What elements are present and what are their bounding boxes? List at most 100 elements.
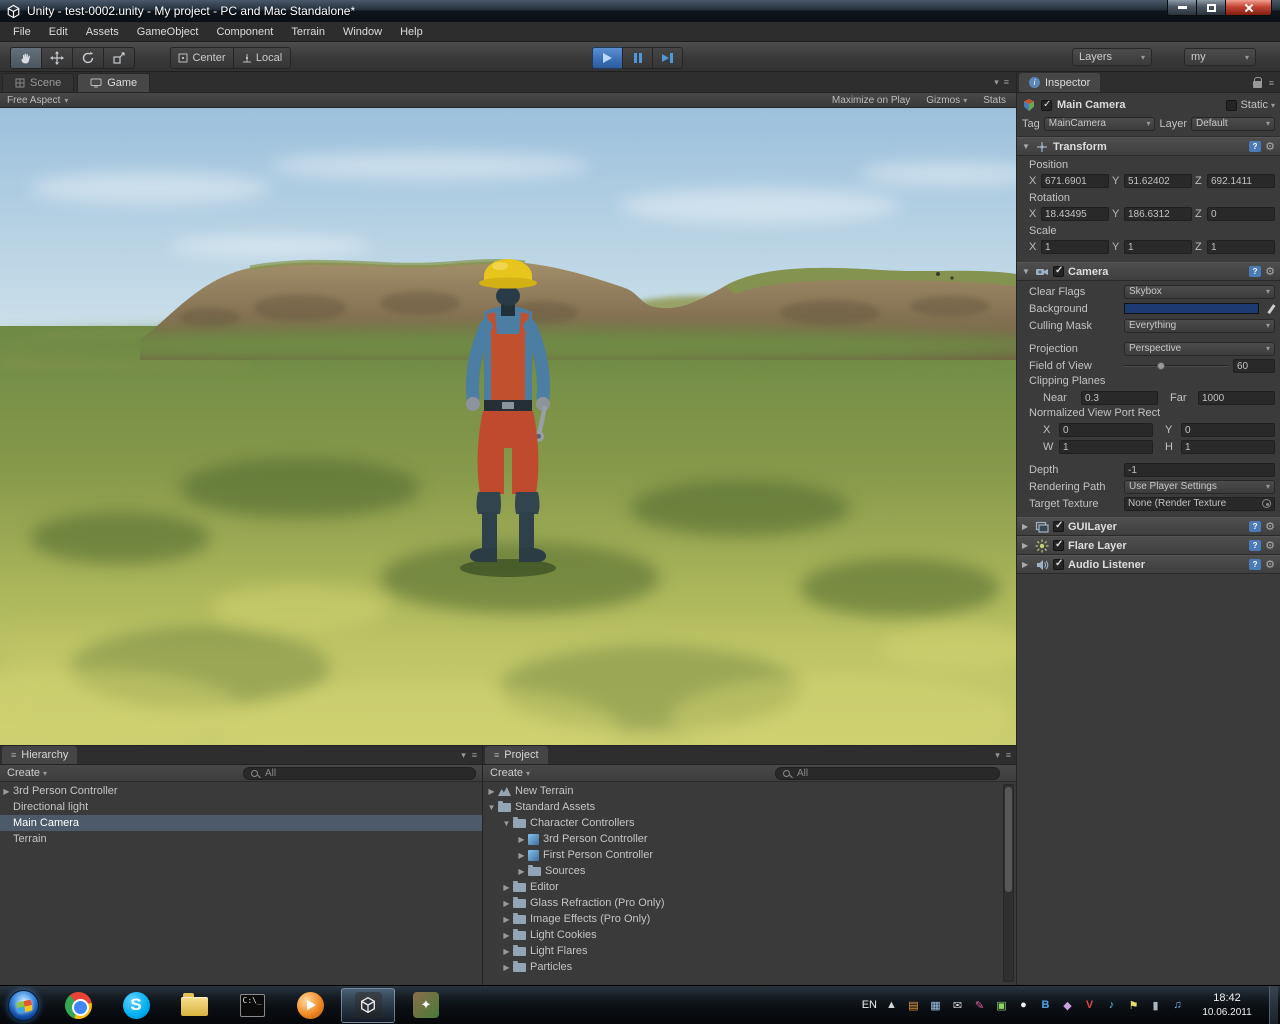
taskbar-browser-button[interactable]	[51, 988, 105, 1023]
help-icon[interactable]: ?	[1249, 521, 1262, 532]
taskbar-explorer-button[interactable]	[167, 988, 221, 1023]
aspect-dropdown[interactable]: Free Aspect ▾	[0, 95, 75, 106]
gameobject-name[interactable]: Main Camera	[1057, 99, 1221, 111]
viewport-h-field[interactable]: 1	[1181, 439, 1275, 454]
foldout-icon[interactable]: ▼	[1022, 142, 1031, 151]
tab-project[interactable]: ≡ Project	[485, 746, 548, 764]
scale-y-field[interactable]: 1	[1124, 240, 1192, 254]
tray-icon[interactable]: ✎	[972, 999, 987, 1012]
menu-component[interactable]: Component	[207, 24, 282, 40]
taskbar-skype-button[interactable]: S	[109, 988, 163, 1023]
tray-icon[interactable]: ▣	[994, 999, 1009, 1012]
foldout-icon[interactable]: ▶	[515, 867, 528, 876]
panel-dropdown-icon[interactable]: ▾	[995, 750, 1000, 761]
hierarchy-item-terrain[interactable]: Terrain	[0, 831, 482, 847]
taskbar-terminal-button[interactable]: C:\_	[225, 988, 279, 1023]
position-z-field[interactable]: 692.1411	[1207, 174, 1275, 188]
menu-gameobject[interactable]: GameObject	[128, 24, 208, 40]
space-local-button[interactable]: Local	[233, 47, 291, 69]
tray-icon[interactable]: ♫	[1170, 999, 1185, 1011]
gear-icon[interactable]: ⚙	[1265, 140, 1275, 153]
projection-dropdown[interactable]: Perspective ▾	[1124, 341, 1275, 356]
viewport-w-field[interactable]: 1	[1059, 439, 1153, 454]
move-tool-button[interactable]	[41, 47, 73, 69]
play-button[interactable]	[592, 47, 623, 69]
menu-file[interactable]: File	[4, 24, 40, 40]
project-item-glass-refraction[interactable]: ▶ Glass Refraction (Pro Only)	[483, 895, 1016, 911]
scale-tool-button[interactable]	[103, 47, 135, 69]
hierarchy-item-directional-light[interactable]: Directional light	[0, 799, 482, 815]
taskbar-clock[interactable]: 18:42 10.06.2011	[1192, 991, 1262, 1018]
hierarchy-search-input[interactable]: All	[243, 767, 476, 780]
scale-x-field[interactable]: 1	[1041, 240, 1109, 254]
project-item-light-flares[interactable]: ▶ Light Flares	[483, 943, 1016, 959]
transform-component-header[interactable]: ▼ Transform ? ⚙	[1017, 137, 1280, 156]
flare-layer-component-header[interactable]: ▶ Flare Layer ? ⚙	[1017, 536, 1280, 555]
hierarchy-item-main-camera[interactable]: Main Camera	[0, 815, 482, 831]
gear-icon[interactable]: ⚙	[1265, 539, 1275, 552]
foldout-icon[interactable]: ▼	[1022, 267, 1031, 276]
tag-dropdown[interactable]: MainCamera ▾	[1043, 116, 1156, 131]
foldout-icon[interactable]: ▶	[485, 787, 498, 796]
help-icon[interactable]: ?	[1249, 559, 1262, 570]
position-y-field[interactable]: 51.62402	[1124, 174, 1192, 188]
eyedropper-icon[interactable]	[1262, 303, 1275, 315]
static-toggle[interactable]: Static ▾	[1226, 99, 1275, 111]
project-create-button[interactable]: Create ▾	[483, 767, 537, 779]
gear-icon[interactable]: ⚙	[1265, 520, 1275, 533]
tray-icon[interactable]: ▦	[928, 999, 943, 1012]
tray-icon[interactable]: ◆	[1060, 999, 1075, 1012]
help-icon[interactable]: ?	[1249, 141, 1262, 152]
step-button[interactable]	[652, 47, 683, 69]
taskbar-app-button[interactable]: ✦	[399, 988, 453, 1023]
tray-icon[interactable]: ▤	[906, 999, 921, 1012]
flare-layer-enabled-checkbox[interactable]	[1053, 539, 1064, 551]
rotation-x-field[interactable]: 18.43495	[1041, 207, 1109, 221]
rendering-path-dropdown[interactable]: Use Player Settings ▾	[1124, 479, 1275, 494]
foldout-icon[interactable]: ▶	[500, 899, 513, 908]
static-checkbox[interactable]	[1226, 99, 1238, 111]
show-desktop-button[interactable]	[1269, 986, 1278, 1024]
foldout-icon[interactable]: ▶	[1022, 560, 1031, 569]
project-item-editor[interactable]: ▶ Editor	[483, 879, 1016, 895]
help-icon[interactable]: ?	[1249, 540, 1262, 551]
tab-inspector[interactable]: i Inspector	[1019, 73, 1101, 92]
language-indicator[interactable]: EN	[862, 999, 877, 1011]
menu-help[interactable]: Help	[391, 24, 432, 40]
project-scrollbar[interactable]	[1003, 784, 1014, 982]
panel-menu-icon[interactable]: ≡	[472, 750, 477, 761]
layer-dropdown[interactable]: Default ▾	[1191, 116, 1275, 131]
target-texture-field[interactable]: None (Render Texture	[1124, 496, 1275, 511]
layers-dropdown[interactable]: Layers ▾	[1072, 48, 1152, 66]
gear-icon[interactable]: ⚙	[1265, 558, 1275, 571]
foldout-icon[interactable]: ▶	[500, 915, 513, 924]
rotation-y-field[interactable]: 186.6312	[1124, 207, 1192, 221]
lock-icon[interactable]	[1252, 77, 1263, 88]
object-picker-icon[interactable]	[1262, 499, 1271, 508]
foldout-icon[interactable]: ▼	[485, 803, 498, 812]
foldout-icon[interactable]: ▶	[500, 947, 513, 956]
culling-mask-dropdown[interactable]: Everything ▾	[1124, 318, 1275, 333]
project-item-sources[interactable]: ▶ Sources	[483, 863, 1016, 879]
menu-edit[interactable]: Edit	[40, 24, 77, 40]
guilayer-component-header[interactable]: ▶ GUILayer ? ⚙	[1017, 517, 1280, 536]
viewport-y-field[interactable]: 0	[1181, 422, 1275, 437]
menu-assets[interactable]: Assets	[77, 24, 128, 40]
foldout-icon[interactable]: ▶	[1022, 541, 1031, 550]
pan-tool-button[interactable]	[10, 47, 42, 69]
tray-show-hidden-icon[interactable]: ▲	[884, 999, 899, 1011]
pivot-center-button[interactable]: Center	[170, 47, 234, 69]
project-item-image-effects[interactable]: ▶ Image Effects (Pro Only)	[483, 911, 1016, 927]
panel-menu-icon[interactable]: ≡	[1269, 78, 1274, 88]
rotate-tool-button[interactable]	[72, 47, 104, 69]
tab-scene[interactable]: Scene	[2, 73, 75, 92]
project-item-3rd-person-controller[interactable]: ▶ 3rd Person Controller	[483, 831, 1016, 847]
audio-listener-component-header[interactable]: ▶ Audio Listener ? ⚙	[1017, 555, 1280, 574]
close-button[interactable]	[1226, 0, 1272, 16]
project-item-character-controllers[interactable]: ▼ Character Controllers	[483, 815, 1016, 831]
slider-thumb[interactable]	[1156, 361, 1165, 370]
depth-field[interactable]: -1	[1124, 462, 1275, 477]
foldout-icon[interactable]: ▶	[515, 835, 528, 844]
guilayer-enabled-checkbox[interactable]	[1053, 520, 1064, 532]
foldout-icon[interactable]: ▶	[500, 963, 513, 972]
